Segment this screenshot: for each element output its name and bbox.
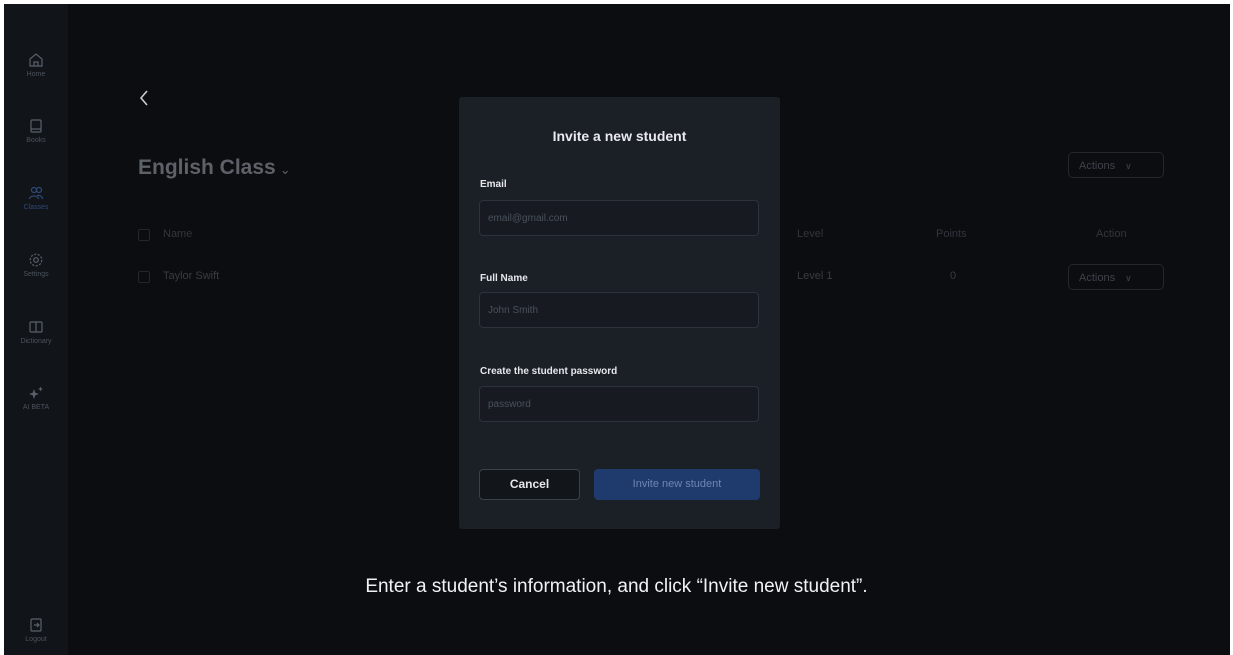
sidebar-item-dictionary[interactable]: Dictionary [4,319,68,345]
invite-student-button[interactable]: Invite new student [594,469,760,500]
select-all-checkbox[interactable] [138,229,150,241]
column-header-action: Action [1096,228,1127,240]
full-name-label: Full Name [480,273,528,284]
column-header-name: Name [163,228,193,240]
logout-icon [30,618,42,632]
app-frame: Home Books Classes Settings Dictionary A… [4,4,1230,655]
student-name: Taylor Swift [163,270,220,282]
student-points: 0 [950,270,957,282]
sidebar-item-ai-beta[interactable]: AI BETA [4,385,68,411]
invite-student-modal: Invite a new student Email Full Name Cre… [459,97,780,529]
back-button[interactable] [138,88,150,112]
column-header-level: Level [797,228,824,240]
home-icon [29,53,43,67]
sparkle-icon [29,386,43,399]
modal-title: Invite a new student [552,128,687,144]
gear-icon [29,253,43,267]
chevron-left-icon [139,90,148,106]
password-field[interactable] [479,386,759,422]
sidebar-item-label: Books [26,137,46,144]
instruction-caption: Enter a student’s information, and click… [365,576,868,597]
full-name-field[interactable] [479,292,759,328]
sidebar-item-label: Dictionary [20,338,52,345]
actions-label: Actions [1079,160,1116,172]
password-label: Create the student password [480,366,618,377]
column-header-points: Points [936,228,967,240]
sidebar-item-label: Classes [23,204,49,211]
class-actions-button[interactable]: Actions ∨ [1068,152,1164,178]
row-actions-button[interactable]: Actions ∨ [1068,264,1164,290]
sidebar-item-classes[interactable]: Classes [4,185,68,211]
book-icon [30,119,42,133]
sidebar-item-books[interactable]: Books [4,118,68,144]
row-checkbox[interactable] [138,271,150,283]
sidebar-item-label: Settings [23,271,49,278]
email-field[interactable] [479,200,759,236]
class-title-dropdown[interactable]: English Class ⌄ [138,156,291,180]
users-icon [28,186,44,200]
student-level: Level 1 [797,270,833,282]
sidebar-item-label: Logout [25,636,47,643]
chevron-down-icon: ∨ [1125,273,1132,283]
sidebar-item-logout[interactable]: Logout [4,617,68,643]
sidebar-item-settings[interactable]: Settings [4,252,68,278]
chevron-down-icon: ∨ [1125,161,1132,171]
page-title: English Class [138,156,276,179]
sidebar-item-home[interactable]: Home [4,52,68,78]
actions-label: Actions [1079,272,1116,284]
sidebar: Home Books Classes Settings Dictionary A… [4,4,68,655]
sidebar-item-label: Home [26,71,46,78]
sidebar-item-label: AI BETA [22,404,50,411]
cancel-button[interactable]: Cancel [479,469,580,500]
email-label: Email [480,179,507,190]
open-book-icon [29,321,43,333]
chevron-down-icon: ⌄ [279,162,291,177]
